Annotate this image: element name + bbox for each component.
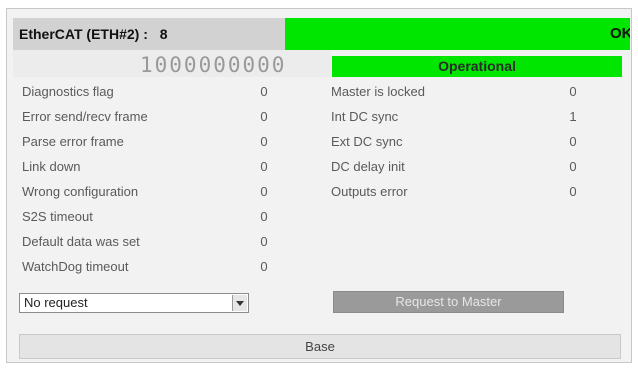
status-text: OK: [610, 25, 630, 42]
request-to-master-button[interactable]: Request to Master: [333, 291, 564, 313]
left-row-value: 0: [260, 184, 268, 199]
device-header: EtherCAT (ETH#2) : 8: [13, 18, 285, 50]
right-row-label: Ext DC sync: [331, 134, 403, 149]
right-row-value: 0: [569, 84, 577, 99]
left-row-value: 0: [260, 109, 268, 124]
right-row-value: 0: [569, 184, 577, 199]
right-row-label: Outputs error: [331, 184, 408, 199]
base-button[interactable]: Base: [19, 334, 621, 359]
left-row-label: Default data was set: [22, 234, 140, 249]
left-row-value: 0: [260, 84, 268, 99]
frame-counter: 1000000000: [140, 53, 287, 77]
right-row-value: 0: [569, 159, 577, 174]
device-label: EtherCAT (ETH#2) :: [19, 26, 148, 42]
right-row-label: Int DC sync: [331, 109, 399, 124]
right-row-label: Master is locked: [331, 84, 425, 99]
right-row-value: 0: [569, 134, 577, 149]
device-count: 8: [159, 26, 168, 42]
state-badge: Operational: [332, 56, 622, 77]
right-row-label: DC delay init: [331, 159, 405, 174]
chevron-down-icon[interactable]: [232, 295, 247, 311]
left-row-value: 0: [260, 234, 268, 249]
left-row-value: 0: [260, 259, 268, 274]
left-row-value: 0: [260, 159, 268, 174]
left-row-label: Parse error frame: [22, 134, 124, 149]
left-row-label: WatchDog timeout: [22, 259, 129, 274]
left-row-label: S2S timeout: [22, 209, 93, 224]
left-row-label: Diagnostics flag: [22, 84, 114, 99]
left-row-label: Error send/recv frame: [22, 109, 148, 124]
left-row-label: Wrong configuration: [22, 184, 139, 199]
status-banner: OK: [285, 18, 630, 50]
request-select-value: No request: [24, 295, 88, 310]
right-row-value: 1: [569, 109, 577, 124]
left-row-value: 0: [260, 209, 268, 224]
left-row-label: Link down: [22, 159, 81, 174]
request-select[interactable]: No request: [19, 293, 249, 313]
left-row-value: 0: [260, 134, 268, 149]
